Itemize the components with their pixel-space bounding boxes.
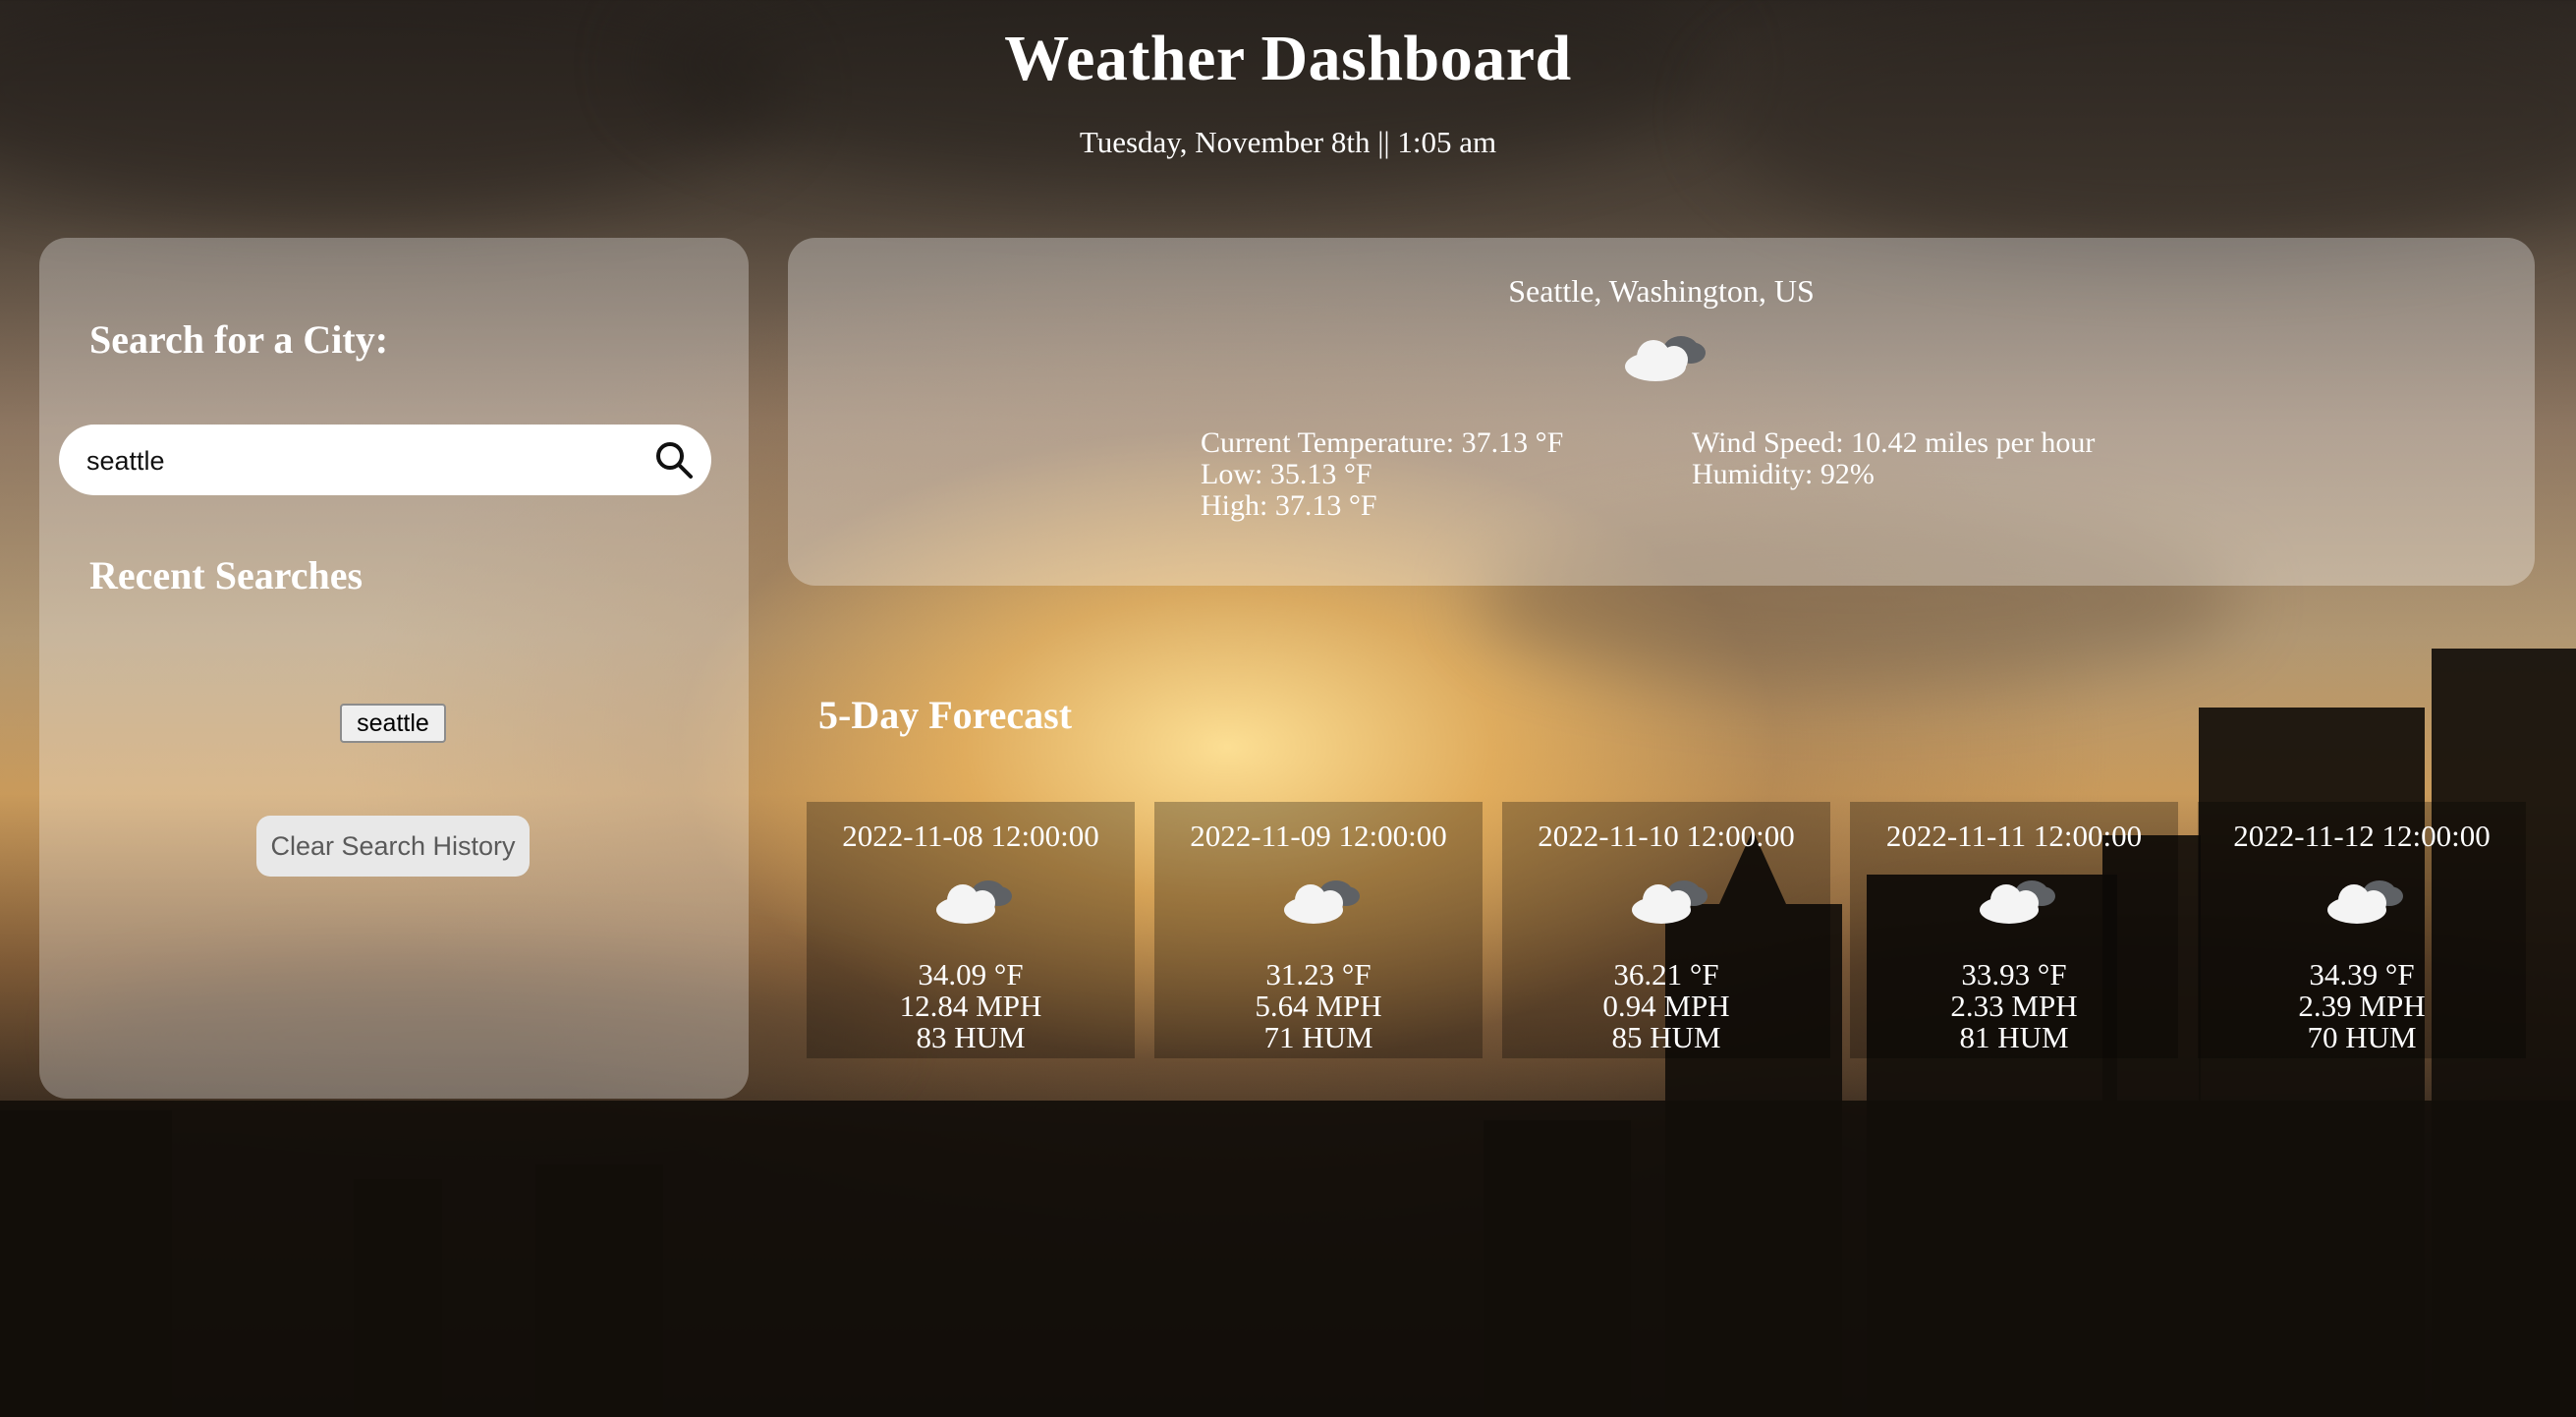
clear-search-history-button[interactable]: Clear Search History xyxy=(256,816,530,877)
low-temperature: Low: 35.13 °F xyxy=(1201,458,1372,490)
forecast-temperature: 34.39 °F xyxy=(2309,957,2415,992)
search-heading: Search for a City: xyxy=(89,317,389,362)
current-weather-panel: Seattle, Washington, US Current Temperat… xyxy=(788,238,2535,586)
forecast-temperature: 34.09 °F xyxy=(918,957,1024,992)
search-icon[interactable] xyxy=(652,438,696,482)
cloud-icon xyxy=(1619,328,1708,387)
forecast-date: 2022-11-10 12:00:00 xyxy=(1538,819,1795,853)
cloud-icon xyxy=(1974,875,2058,930)
current-temperature: Current Temperature: 37.13 °F xyxy=(1201,426,1564,459)
forecast-wind: 2.33 MPH xyxy=(1950,989,2078,1023)
search-box[interactable] xyxy=(59,425,711,497)
forecast-wind: 0.94 MPH xyxy=(1602,989,1730,1023)
forecast-date: 2022-11-11 12:00:00 xyxy=(1885,819,2143,853)
current-datetime: Tuesday, November 8th || 1:05 am xyxy=(1079,125,1497,159)
forecast-temperature: 31.23 °F xyxy=(1265,957,1372,992)
cloud-icon xyxy=(930,875,1015,930)
forecast-card: 2022-11-11 12:00:00 33.93 °F 2.33 MPH 81… xyxy=(1850,802,2178,1058)
forecast-date: 2022-11-09 12:00:00 xyxy=(1190,819,1447,853)
humidity: Humidity: 92% xyxy=(1692,458,1875,490)
search-panel: Search for a City: Recent Searches seatt… xyxy=(39,238,749,1099)
recent-searches-heading: Recent Searches xyxy=(89,553,364,597)
forecast-card: 2022-11-12 12:00:00 34.39 °F 2.39 MPH 70… xyxy=(2198,802,2526,1058)
high-temperature: High: 37.13 °F xyxy=(1201,489,1377,522)
page-title: Weather Dashboard xyxy=(1004,23,1572,94)
forecast-wind: 12.84 MPH xyxy=(899,989,1042,1023)
cloud-icon xyxy=(1278,875,1363,930)
cloud-icon xyxy=(2322,875,2406,930)
forecast-humidity: 70 HUM xyxy=(2307,1020,2417,1054)
forecast-humidity: 85 HUM xyxy=(1611,1020,1721,1054)
forecast-card: 2022-11-10 12:00:00 36.21 °F 0.94 MPH 85… xyxy=(1502,802,1830,1058)
forecast-date: 2022-11-08 12:00:00 xyxy=(842,819,1099,853)
city-search-input[interactable] xyxy=(84,425,639,497)
forecast-heading: 5-Day Forecast xyxy=(818,693,1073,737)
cloud-icon xyxy=(1626,875,1710,930)
forecast-card: 2022-11-09 12:00:00 31.23 °F 5.64 MPH 71… xyxy=(1154,802,1483,1058)
wind-speed: Wind Speed: 10.42 miles per hour xyxy=(1692,426,2096,459)
forecast-temperature: 33.93 °F xyxy=(1961,957,2067,992)
forecast-temperature: 36.21 °F xyxy=(1613,957,1719,992)
forecast-humidity: 81 HUM xyxy=(1959,1020,2069,1054)
forecast-humidity: 71 HUM xyxy=(1263,1020,1373,1054)
forecast-humidity: 83 HUM xyxy=(916,1020,1026,1054)
current-city-name: Seattle, Washington, US xyxy=(1508,273,1815,309)
forecast-wind: 5.64 MPH xyxy=(1255,989,1382,1023)
forecast-card: 2022-11-08 12:00:00 34.09 °F 12.84 MPH 8… xyxy=(807,802,1135,1058)
forecast-date: 2022-11-12 12:00:00 xyxy=(2233,819,2491,853)
forecast-wind: 2.39 MPH xyxy=(2298,989,2426,1023)
recent-search-button-seattle[interactable]: seattle xyxy=(340,704,446,743)
